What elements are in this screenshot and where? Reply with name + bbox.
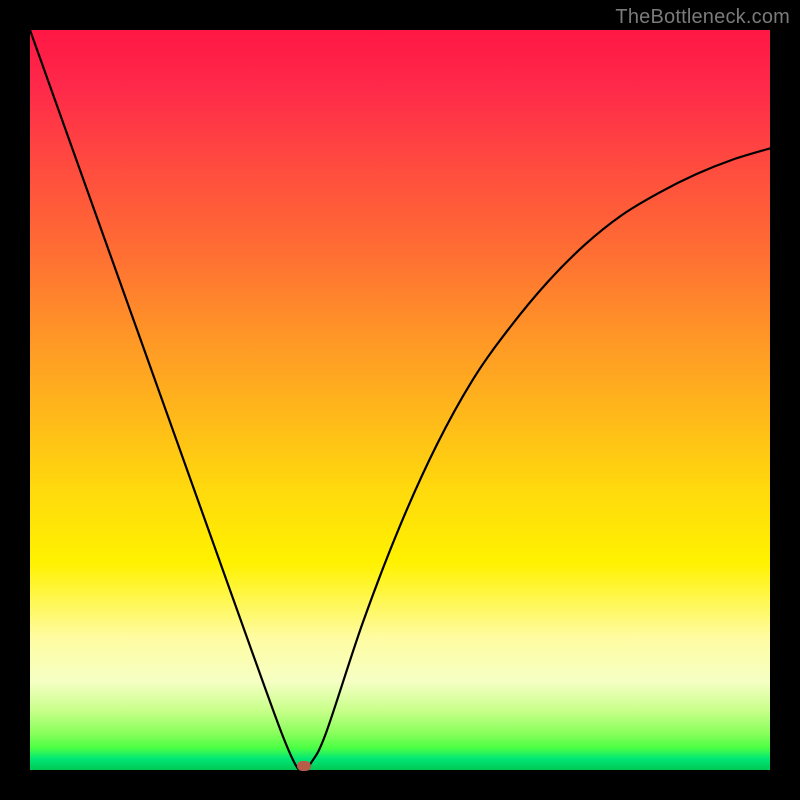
optimum-marker	[297, 761, 311, 771]
bottleneck-curve	[30, 30, 770, 770]
plot-area	[30, 30, 770, 770]
curve-svg	[30, 30, 770, 770]
chart-container: TheBottleneck.com	[0, 0, 800, 800]
watermark-text: TheBottleneck.com	[615, 6, 790, 29]
